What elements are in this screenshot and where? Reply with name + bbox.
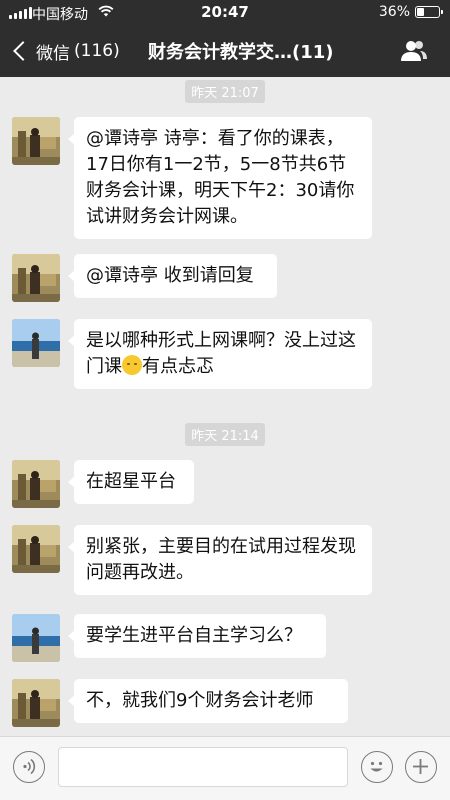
message-bubble[interactable]: @谭诗亭 收到请回复 (68, 254, 277, 298)
status-bar: 中国移动 20:47 36% (0, 0, 450, 26)
smiley-icon (370, 761, 383, 772)
avatar[interactable] (12, 614, 60, 662)
message-bubble[interactable]: 在超星平台 (68, 460, 194, 504)
voice-icon (23, 758, 36, 775)
chat-title: 财务会计教学交…(11) (148, 42, 334, 63)
back-label: 微信 (36, 43, 70, 64)
message-bubble[interactable]: @谭诗亭 诗亭：看了你的课表，17日你有1一2节，5一8节共6节财务会计课，明天… (68, 117, 372, 239)
avatar[interactable] (12, 254, 60, 302)
top-bar: 中国移动 20:47 36% 微信 (116) 财务会计教学交…(11) (0, 0, 450, 77)
message-bubble[interactable]: 不，就我们9个财务会计老师 (68, 679, 348, 723)
nav-bar: 微信 (116) 财务会计教学交…(11) (0, 26, 450, 77)
group-members-icon[interactable] (400, 39, 428, 63)
message-bubble[interactable]: 要学生进平台自主学习么？ (68, 614, 326, 658)
timestamp: 昨天 21:07 (0, 80, 450, 103)
message-bubble[interactable]: 是以哪种形式上网课啊？没上过这门课 有点忐忑 (68, 319, 372, 389)
message-text: 要学生进平台自主学习么？ (86, 625, 302, 646)
avatar[interactable] (12, 117, 60, 165)
voice-input-button[interactable] (13, 751, 45, 783)
battery-icon (415, 6, 443, 18)
unread-count: (116) (74, 41, 120, 61)
avatar[interactable] (12, 679, 60, 727)
back-button[interactable]: 微信 (116) (10, 38, 120, 64)
message-text: 别紧张，主要目的在试用过程发现问题再改进。 (86, 536, 356, 583)
message-input[interactable] (58, 747, 348, 787)
plus-icon (413, 759, 428, 774)
message-text: 在超星平台 (86, 471, 176, 492)
message-text: @谭诗亭 诗亭：看了你的课表，17日你有1一2节，5一8节共6节财务会计课，明天… (86, 128, 355, 227)
emoji-button[interactable] (361, 751, 393, 783)
chat-history[interactable]: 昨天 21:07 @谭诗亭 诗亭：看了你的课表，17日你有1一2节，5一8节共6… (0, 77, 450, 737)
avatar[interactable] (12, 460, 60, 508)
battery-percentage: 36% (378, 4, 410, 20)
timestamp: 昨天 21:14 (0, 423, 450, 446)
avatar[interactable] (12, 525, 60, 573)
message-text: 有点忐忑 (142, 356, 214, 377)
message-text: @谭诗亭 收到请回复 (86, 265, 254, 286)
chevron-left-icon (13, 41, 33, 61)
more-options-button[interactable] (405, 751, 437, 783)
message-text: 不，就我们9个财务会计老师 (86, 690, 314, 711)
sleepy-sweat-emoji-icon (122, 355, 142, 375)
message-bubble[interactable]: 别紧张，主要目的在试用过程发现问题再改进。 (68, 525, 372, 595)
avatar[interactable] (12, 319, 60, 367)
input-bar (0, 736, 450, 800)
